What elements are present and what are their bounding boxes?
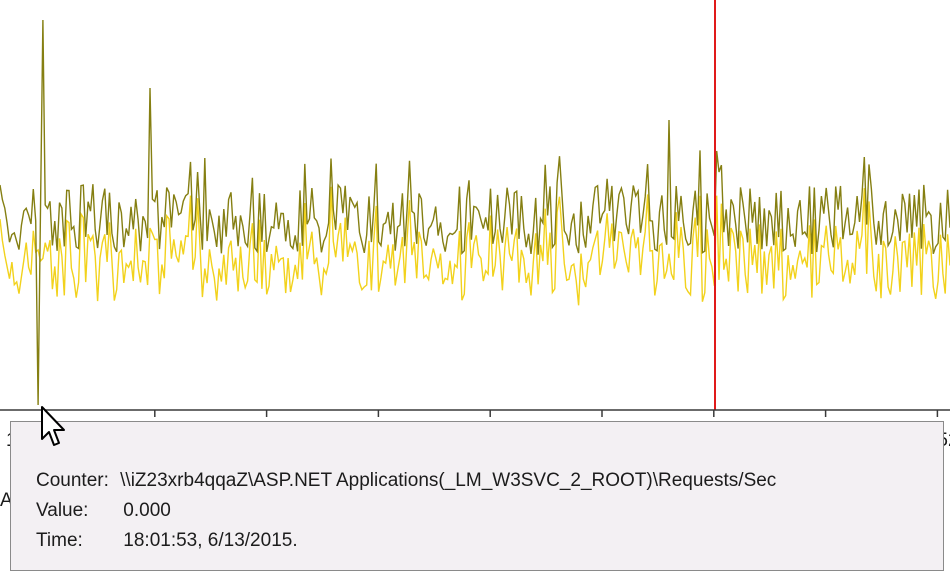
tooltip-time-row: Time: 18:01:53, 6/13/2015. bbox=[36, 530, 298, 552]
tooltip-value-label: Value: bbox=[36, 500, 89, 521]
counter-tooltip: Counter: \\iZ23xrb4qqaZ\ASP.NET Applicat… bbox=[10, 421, 944, 571]
tooltip-value-value: 0.000 bbox=[123, 500, 171, 521]
counter-lines bbox=[0, 19, 950, 406]
tooltip-counter-value: \\iZ23xrb4qqaZ\ASP.NET Applications(_LM_… bbox=[120, 470, 777, 491]
tooltip-value-row: Value: 0.000 bbox=[36, 500, 171, 522]
hidden-label-fragment: A bbox=[0, 490, 10, 511]
mouse-pointer-icon bbox=[41, 406, 65, 446]
tooltip-time-value: 18:01:53, 6/13/2015. bbox=[123, 530, 298, 551]
tooltip-counter-row: Counter: \\iZ23xrb4qqaZ\ASP.NET Applicat… bbox=[36, 470, 776, 492]
tooltip-counter-label: Counter: bbox=[36, 470, 109, 491]
tooltip-time-label: Time: bbox=[36, 530, 83, 551]
counter-line-dark bbox=[0, 19, 950, 406]
counter-line-light bbox=[0, 186, 950, 306]
